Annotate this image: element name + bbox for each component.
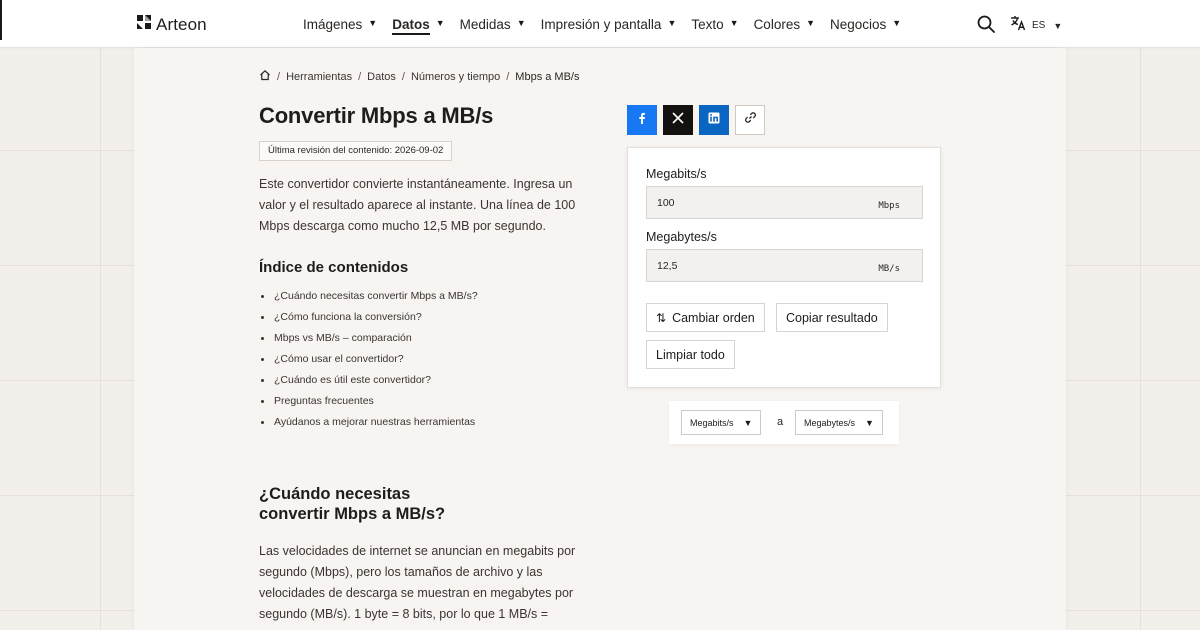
section-title-line: convertir Mbps a MB/s?: [259, 505, 446, 523]
language-switcher[interactable]: ES ▼: [1010, 15, 1062, 36]
nav-item-colores[interactable]: Colores ▼: [754, 17, 815, 32]
window-edge: [0, 0, 2, 40]
caret-down-icon: ▼: [516, 18, 526, 28]
megabits-unit: Mbps: [878, 201, 900, 211]
toc-link[interactable]: ¿Cuándo necesitas convertir Mbps a MB/s?: [259, 286, 478, 307]
section-title: ¿Cuándo necesitas convertir Mbps a MB/s?: [259, 484, 499, 524]
nav-item-datos[interactable]: Datos ▼: [392, 17, 445, 35]
megabytes-value: 12,5: [657, 260, 678, 272]
swap-order-label: Cambiar orden: [672, 310, 755, 325]
linkedin-icon: [708, 111, 720, 129]
copy-link-button[interactable]: [735, 105, 765, 135]
nav-item-imagenes[interactable]: Imágenes ▼: [303, 17, 377, 32]
input-label: Megabits/s: [646, 167, 707, 181]
breadcrumb-current: Mbps a MB/s: [515, 70, 580, 83]
toc-link[interactable]: ¿Cómo usar el convertidor?: [259, 349, 478, 370]
megabytes-unit: MB/s: [878, 264, 900, 274]
main-nav: Imágenes ▼ Datos ▼ Medidas ▼ Impresión y pa…: [303, 0, 916, 48]
breadcrumb-herramientas[interactable]: Herramientas: [286, 71, 352, 83]
copy-result-label: Copiar resultado: [786, 310, 878, 325]
nav-item-label: Impresión y pantalla: [540, 16, 662, 32]
nav-item-medidas[interactable]: Medidas ▼: [460, 17, 526, 32]
facebook-icon: [636, 111, 648, 129]
unit-selector: Megabits/s ▼ a Megabytes/s ▼: [669, 401, 899, 444]
toc-link[interactable]: Mbps vs MB/s – comparación: [259, 328, 478, 349]
nav-item-impresion[interactable]: Impresión y pantalla ▼: [541, 17, 677, 32]
brand-logo[interactable]: Arteon: [136, 14, 207, 35]
toc-link[interactable]: ¿Cuándo es útil este convertidor?: [259, 370, 478, 391]
intro-text: Este convertidor convierte instantáneame…: [259, 177, 576, 233]
breadcrumb-separator: /: [277, 70, 281, 83]
link-icon: [744, 111, 757, 129]
linkedin-share-button[interactable]: [699, 105, 729, 135]
clear-all-button[interactable]: Limpiar todo: [646, 340, 735, 369]
brand-name: Arteon: [156, 14, 207, 34]
caret-down-icon: ▼: [892, 18, 902, 28]
caret-down-icon: ▼: [729, 18, 739, 28]
breadcrumb-datos[interactable]: Datos: [367, 71, 396, 83]
breadcrumb-numeros[interactable]: Números y tiempo: [411, 71, 500, 83]
nav-item-negocios[interactable]: Negocios ▼: [830, 17, 901, 32]
copy-result-button[interactable]: Copiar resultado: [776, 303, 888, 332]
section-title-line: ¿Cuándo necesitas: [259, 485, 411, 503]
language-code: ES: [1032, 20, 1046, 31]
toc-link[interactable]: Ayúdanos a mejorar nuestras herramientas: [259, 412, 478, 433]
caret-down-icon: ▼: [368, 18, 378, 28]
breadcrumb-separator: /: [401, 70, 405, 83]
table-of-contents: ¿Cuándo necesitas convertir Mbps a MB/s?…: [259, 286, 478, 433]
breadcrumb-separator: /: [506, 70, 510, 83]
section-text: Las velocidades de internet se anuncian …: [259, 544, 576, 621]
share-buttons: [627, 105, 765, 135]
nav-item-label: Imágenes: [303, 16, 363, 32]
output-label: Megabytes/s: [646, 230, 717, 244]
megabits-input[interactable]: 100 Mbps: [646, 186, 923, 219]
from-unit-select[interactable]: Megabits/s ▼: [681, 410, 762, 435]
search-icon[interactable]: [976, 14, 996, 34]
toc-link[interactable]: Preguntas frecuentes: [259, 391, 478, 412]
swap-order-button[interactable]: ⇅ Cambiar orden: [646, 303, 765, 332]
top-header: Arteon Imágenes ▼ Datos ▼ Medidas ▼ Impresi…: [0, 0, 1200, 48]
caret-down-icon: ▼: [1053, 20, 1063, 31]
nav-item-label: Texto: [691, 16, 724, 32]
to-unit-value: Megabytes/s: [804, 417, 856, 428]
page-title: Convertir Mbps a MB/s: [259, 103, 494, 128]
nav-item-texto[interactable]: Texto ▼: [691, 17, 738, 32]
caret-down-icon: ▼: [667, 18, 677, 28]
clear-all-label: Limpiar todo: [656, 347, 725, 362]
from-unit-value: Megabits/s: [690, 417, 734, 428]
nav-item-label: Colores: [753, 16, 801, 32]
nav-item-label: Datos: [392, 17, 430, 35]
megabytes-output[interactable]: 12,5 MB/s: [646, 249, 923, 282]
toc-title: Índice de contenidos: [259, 259, 409, 276]
swap-arrows-icon: ⇅: [656, 310, 667, 325]
revision-badge: Última revisión del contenido: 2026-09-0…: [259, 141, 453, 161]
home-icon[interactable]: [259, 69, 271, 84]
x-icon: [672, 111, 684, 129]
nav-item-label: Negocios: [830, 16, 887, 32]
x-share-button[interactable]: [663, 105, 693, 135]
breadcrumb: / Herramientas / Datos / Números y tiemp…: [259, 69, 579, 84]
megabits-value: 100: [657, 197, 675, 209]
unit-connector: a: [777, 416, 784, 428]
arteon-logo-icon: [136, 14, 152, 35]
nav-item-label: Medidas: [459, 16, 511, 32]
caret-down-icon: ▼: [865, 417, 874, 428]
to-unit-select[interactable]: Megabytes/s ▼: [795, 410, 883, 435]
caret-down-icon: ▼: [743, 417, 753, 428]
main-content: / Herramientas / Datos / Números y tiemp…: [134, 48, 1066, 630]
toc-link[interactable]: ¿Cómo funciona la conversión?: [259, 307, 478, 328]
converter-card: Megabits/s 100 Mbps Megabytes/s 12,5 MB/…: [627, 147, 941, 388]
caret-down-icon: ▼: [806, 18, 816, 28]
caret-down-icon: ▼: [435, 18, 445, 28]
breadcrumb-separator: /: [358, 70, 362, 83]
facebook-share-button[interactable]: [627, 105, 657, 135]
translate-icon: [1010, 15, 1026, 36]
